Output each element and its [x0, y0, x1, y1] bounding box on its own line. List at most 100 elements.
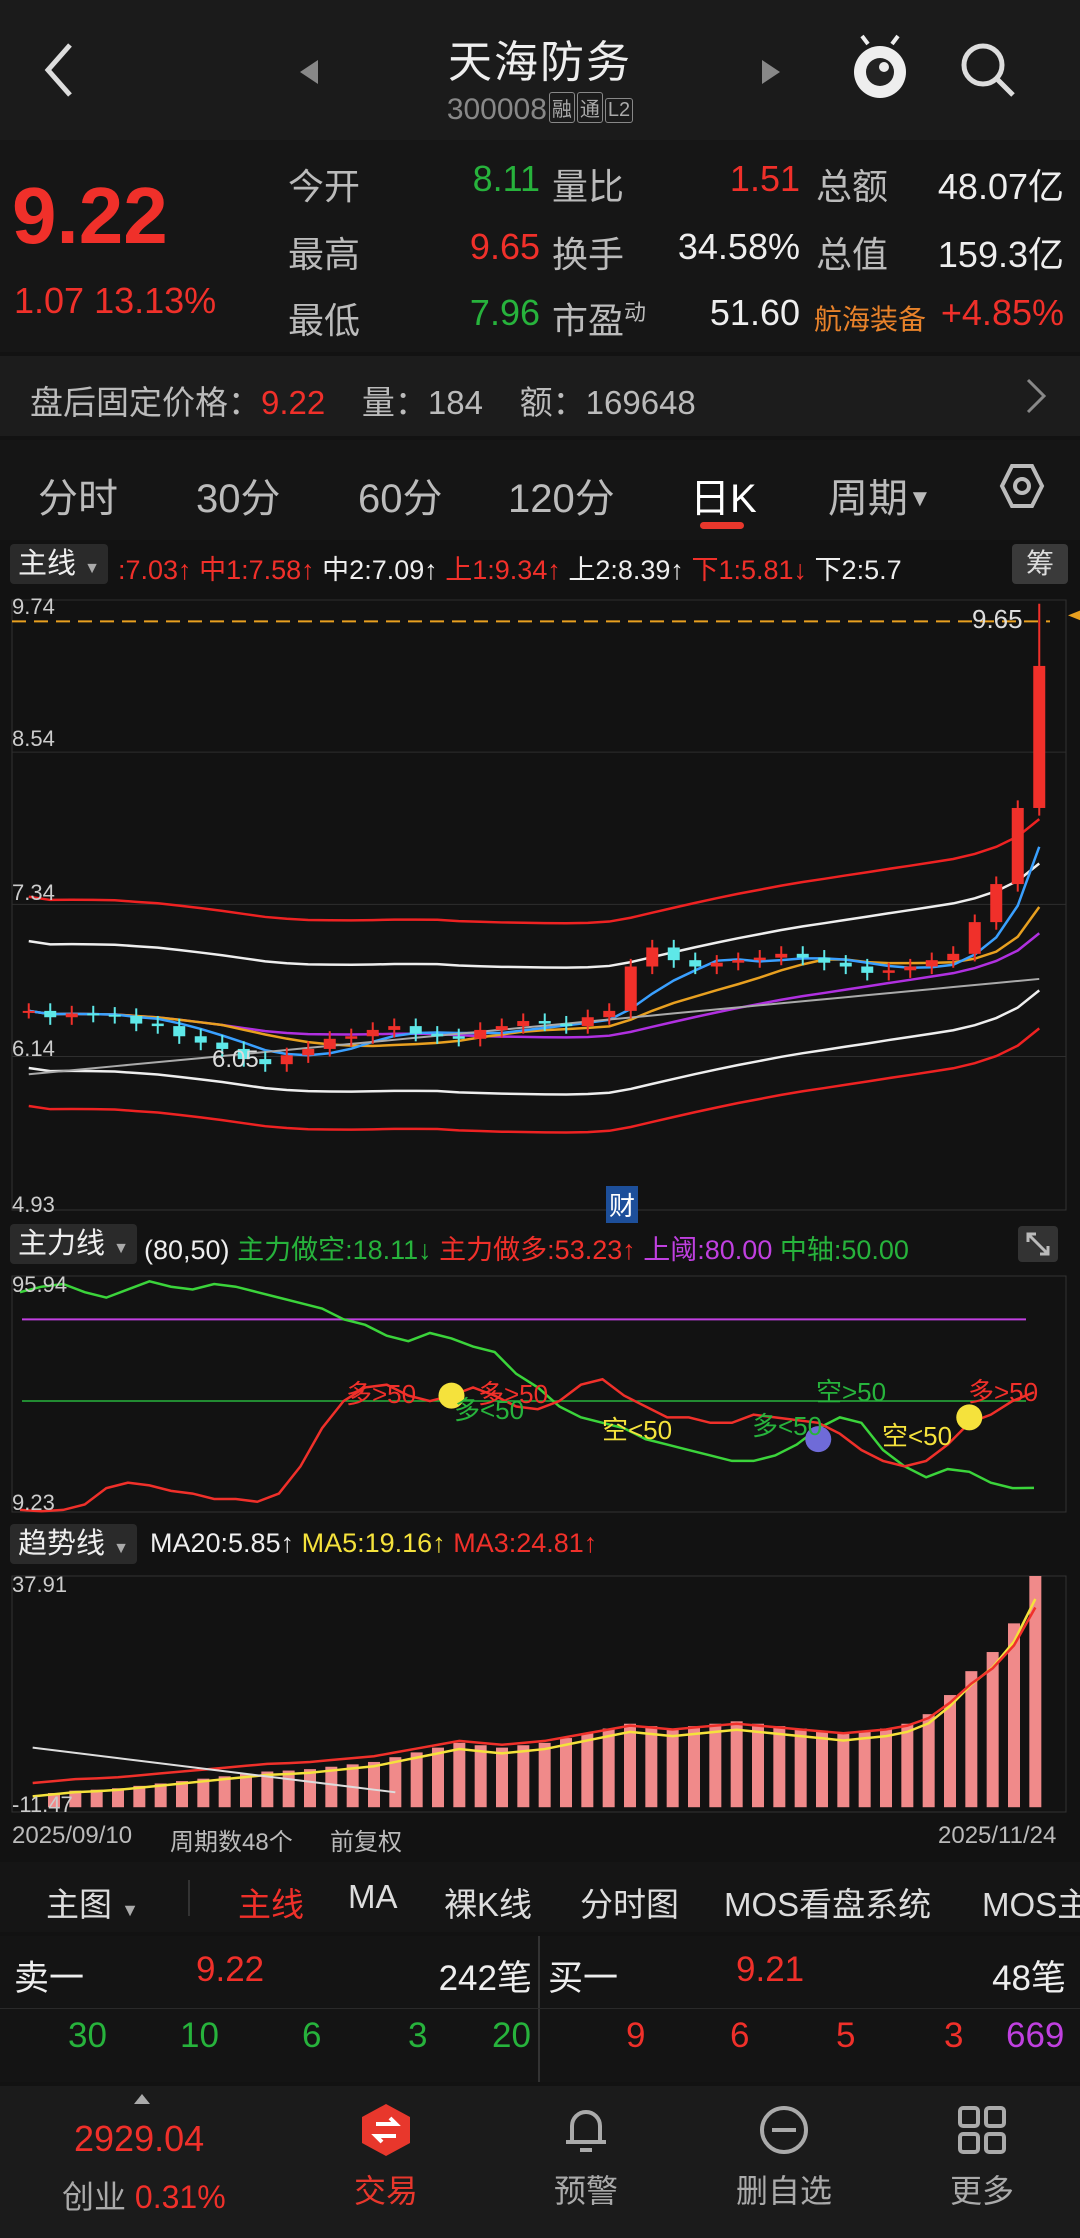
candle-body — [366, 1029, 379, 1037]
sell-queue-3: 3 — [408, 2016, 428, 2055]
candle-body — [259, 1059, 272, 1065]
menu-item-mos-system[interactable]: MOS看盘系统 — [724, 1878, 931, 1926]
turnover-amount-label: 总额 — [816, 166, 889, 207]
remove-circle-icon — [760, 2106, 808, 2154]
trend-bar — [922, 1714, 935, 1808]
nav-more-label: 更多 — [949, 2173, 1014, 2209]
candle-body — [280, 1055, 293, 1065]
adjust-mode[interactable]: 前复权 — [330, 1822, 402, 1857]
candle-body — [44, 1010, 57, 1018]
high-label: 最高 — [288, 234, 361, 275]
high-value: 9.65 — [469, 226, 540, 267]
menu-item-main-line[interactable]: 主线 — [238, 1878, 304, 1926]
sector-change[interactable]: +4.85% — [940, 292, 1064, 334]
trend-bar — [560, 1738, 572, 1808]
force-mark-3: 空<50 — [602, 1415, 673, 1445]
trend-bar — [816, 1730, 828, 1808]
nav-alert[interactable]: 预警 — [516, 2102, 656, 2212]
chip-distribution-button[interactable]: 筹 — [1012, 544, 1068, 584]
mascot-icon[interactable] — [848, 34, 912, 104]
high-price-label: 9.65 — [972, 604, 1023, 634]
trend-bar — [517, 1745, 530, 1808]
candle-body — [990, 884, 1003, 923]
candle-body — [323, 1038, 336, 1049]
candle-body — [581, 1017, 594, 1027]
tab-30min[interactable]: 30分 — [196, 466, 281, 524]
candle-body — [732, 960, 745, 963]
lower-band-line — [28, 1027, 1041, 1134]
market-cap-value: 159.3亿 — [937, 234, 1064, 275]
stock-code-number: 300008 — [446, 93, 547, 126]
candle-body — [861, 966, 874, 973]
tab-intraday[interactable]: 分时 — [38, 466, 118, 524]
period-tabs: 分时 30分 60分 120分 日K 周期▼ — [0, 440, 1080, 540]
expand-icon[interactable] — [1018, 1226, 1058, 1262]
end-date: 2025/11/24 — [938, 1822, 1057, 1849]
trend-bar — [837, 1733, 850, 1808]
index-percent: 0.31% — [134, 2179, 226, 2215]
tab-period[interactable]: 周期▼ — [828, 466, 932, 524]
candle-body — [65, 1013, 78, 1018]
tab-120min[interactable]: 120分 — [508, 466, 615, 524]
trend-bar — [474, 1745, 487, 1808]
trend-bar — [645, 1726, 658, 1808]
main-chart-dropdown[interactable]: 主图 ▼ — [46, 1878, 139, 1926]
index-value[interactable]: 2929.04 — [74, 2118, 204, 2160]
trend-bar — [282, 1770, 295, 1808]
buy1-count: 48笔 — [992, 1959, 1066, 1998]
force-indicator-button[interactable]: 主力线 ▼ — [10, 1224, 137, 1264]
trend-indicator-bar: 趋势线 ▼ MA20:5.85↑ MA5:19.16↑ MA3:24.81↑ — [0, 1522, 1080, 1566]
candle-body — [689, 960, 702, 967]
trend-indicator-button[interactable]: 趋势线 ▼ — [10, 1524, 137, 1564]
menu-item-naked-k[interactable]: 裸K线 — [444, 1878, 532, 1926]
order-book-divider — [538, 1936, 540, 2082]
menu-item-ma[interactable]: MA — [348, 1878, 398, 1916]
candle-body — [624, 966, 637, 1011]
candle-body — [517, 1021, 530, 1027]
change-value: 1.07 — [14, 280, 85, 321]
sell-queue-2: 6 — [302, 2016, 322, 2055]
search-icon[interactable] — [958, 40, 1018, 100]
candle-body — [108, 1014, 121, 1017]
nav-remove-watchlist[interactable]: 删自选 — [714, 2102, 854, 2212]
ma10-line — [28, 906, 1041, 1048]
trade-icon — [362, 2104, 410, 2156]
bottom-nav: 2929.04 创业 0.31% 交易 预警 删自选 更多 — [0, 2086, 1080, 2238]
buy-queue-2: 5 — [836, 2016, 856, 2055]
trend-bar-chart[interactable] — [0, 1568, 1080, 1818]
force-mid-axis: 中轴:50.00 — [779, 1235, 909, 1265]
trend-bar — [432, 1747, 444, 1808]
change-percent: 13.13% — [94, 280, 217, 321]
force-params: (80,50) — [144, 1235, 230, 1265]
after-hours-bar[interactable]: 盘后固定价格：9.22 量：184 额：169648 — [0, 356, 1080, 436]
main-value-0: :7.03↑ — [118, 555, 192, 585]
nav-more[interactable]: 更多 — [912, 2102, 1052, 2212]
trend-bar — [325, 1766, 338, 1808]
candlestick-chart[interactable] — [0, 590, 1080, 1220]
after-hours-vol: 184 — [427, 384, 483, 421]
after-hours-label: 盘后固定价格： — [30, 384, 261, 421]
trend-indicator-values: MA20:5.85↑ MA5:19.16↑ MA3:24.81↑ — [150, 1528, 597, 1559]
nav-trade[interactable]: 交易 — [316, 2102, 456, 2212]
trend-bar — [730, 1721, 743, 1808]
settings-hexagon-icon[interactable] — [998, 462, 1046, 510]
menu-item-timeshare[interactable]: 分时图 — [580, 1878, 679, 1926]
candle-body — [667, 947, 680, 961]
buy-queue-1: 6 — [730, 2016, 750, 2055]
sector-name[interactable]: 航海装备 — [814, 298, 926, 338]
trend-bar — [218, 1776, 231, 1808]
candle-body — [646, 947, 659, 967]
trend-ma20: MA20:5.85↑ — [150, 1528, 295, 1558]
turnover-amount-value: 48.07亿 — [937, 166, 1064, 207]
order-book: 卖一 9.22 242笔 买一 9.21 48笔 30 10 6 3 20 9 … — [0, 1936, 1080, 2082]
next-stock-icon[interactable] — [758, 58, 782, 86]
tab-60min[interactable]: 60分 — [358, 466, 443, 524]
upper-band-line — [28, 818, 1041, 925]
finance-event-tag[interactable]: 财 — [606, 1186, 639, 1223]
main-indicator-button[interactable]: 主线 ▼ — [10, 544, 108, 584]
menu-item-mos-main[interactable]: MOS主 — [982, 1878, 1080, 1926]
index-change[interactable]: 创业 0.31% — [62, 2172, 226, 2218]
buy1-label: 买一 — [548, 1959, 619, 1998]
tab-daily-k[interactable]: 日K — [690, 466, 757, 524]
sell1-label: 卖一 — [14, 1959, 85, 1998]
